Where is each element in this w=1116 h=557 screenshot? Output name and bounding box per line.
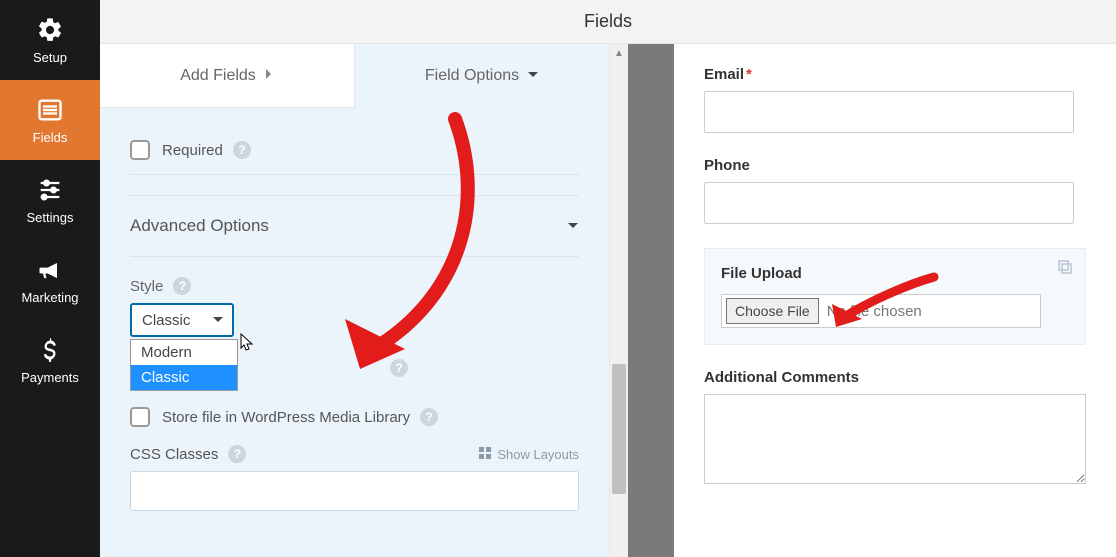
tab-label: Field Options: [425, 67, 519, 85]
scrollbar[interactable]: ▲: [610, 44, 628, 557]
file-upload-label: File Upload: [721, 265, 1069, 282]
panel-tabs: Add Fields Field Options: [100, 44, 609, 108]
style-value: Classic: [142, 312, 190, 329]
sidebar-item-label: Settings: [27, 210, 74, 225]
sidebar-item-label: Payments: [21, 370, 79, 385]
advanced-label: Advanced Options: [130, 216, 269, 236]
dropdown-item-modern[interactable]: Modern: [131, 340, 237, 365]
chevron-down-icon: [212, 312, 224, 329]
tab-label: Add Fields: [180, 67, 256, 85]
tab-field-options[interactable]: Field Options: [355, 44, 609, 108]
sidebar-item-settings[interactable]: Settings: [0, 160, 100, 240]
list-icon: [36, 96, 64, 124]
sliders-icon: [36, 176, 64, 204]
file-input-row: Choose File No file chosen: [721, 294, 1041, 328]
preview-gutter: [628, 44, 674, 557]
page-title: Fields: [584, 11, 632, 32]
no-file-text: No file chosen: [827, 303, 922, 320]
scroll-up-icon[interactable]: ▲: [610, 44, 628, 62]
comments-label: Additional Comments: [704, 369, 1086, 386]
sidebar-item-fields[interactable]: Fields: [0, 80, 100, 160]
help-icon[interactable]: ?: [233, 141, 251, 159]
phone-field-block: Phone: [704, 157, 1086, 224]
cursor-icon: [240, 333, 256, 353]
store-label: Store file in WordPress Media Library: [162, 409, 410, 426]
email-field-block: Email*: [704, 66, 1086, 133]
css-classes-label: CSS Classes: [130, 446, 218, 463]
required-row: Required ?: [130, 126, 579, 175]
sidebar: Setup Fields Settings Marketing Payments: [0, 0, 100, 557]
show-layouts-label: Show Layouts: [497, 447, 579, 462]
store-checkbox[interactable]: [130, 407, 150, 427]
form-preview: Email* Phone File Upload Choose File No …: [674, 44, 1116, 557]
dollar-icon: [36, 336, 64, 364]
sidebar-item-label: Fields: [33, 130, 68, 145]
help-icon[interactable]: ?: [420, 408, 438, 426]
required-asterisk: *: [746, 66, 752, 83]
dropdown-item-classic[interactable]: Classic: [131, 365, 237, 390]
store-file-row: Store file in WordPress Media Library ?: [130, 393, 579, 427]
bullhorn-icon: [36, 256, 64, 284]
scroll-thumb[interactable]: [612, 364, 626, 494]
advanced-options-toggle[interactable]: Advanced Options: [130, 195, 579, 257]
email-label: Email*: [704, 66, 1086, 83]
sidebar-item-label: Setup: [33, 50, 67, 65]
css-classes-input[interactable]: [130, 471, 579, 511]
style-dropdown: Modern Classic: [130, 339, 238, 391]
style-select[interactable]: Classic Modern Classic: [130, 303, 234, 337]
sidebar-item-label: Marketing: [21, 290, 78, 305]
help-icon[interactable]: ?: [228, 445, 246, 463]
choose-file-button[interactable]: Choose File: [726, 298, 819, 324]
comments-textarea[interactable]: [704, 394, 1086, 484]
tab-add-fields[interactable]: Add Fields: [100, 44, 355, 108]
file-upload-block[interactable]: File Upload Choose File No file chosen: [704, 248, 1086, 345]
help-icon[interactable]: ?: [173, 277, 191, 295]
email-input[interactable]: [704, 91, 1074, 133]
page-header: Fields: [100, 0, 1116, 44]
sidebar-item-marketing[interactable]: Marketing: [0, 240, 100, 320]
chevron-right-icon: [264, 67, 274, 85]
phone-input[interactable]: [704, 182, 1074, 224]
help-icon[interactable]: ?: [390, 359, 408, 377]
comments-field-block: Additional Comments: [704, 369, 1086, 487]
gear-icon: [36, 16, 64, 44]
required-checkbox[interactable]: [130, 140, 150, 160]
style-label: Style: [130, 278, 163, 295]
sidebar-item-payments[interactable]: Payments: [0, 320, 100, 400]
sidebar-item-setup[interactable]: Setup: [0, 0, 100, 80]
phone-label: Phone: [704, 157, 1086, 174]
chevron-down-icon: [527, 67, 539, 85]
field-options-panel: Add Fields Field Options Required ? Adva…: [100, 44, 610, 557]
show-layouts-button[interactable]: Show Layouts: [479, 447, 579, 462]
duplicate-icon[interactable]: [1057, 259, 1073, 278]
style-label-row: Style ?: [130, 277, 579, 295]
required-label: Required: [162, 142, 223, 159]
chevron-down-icon: [567, 218, 579, 234]
grid-icon: [479, 447, 491, 462]
